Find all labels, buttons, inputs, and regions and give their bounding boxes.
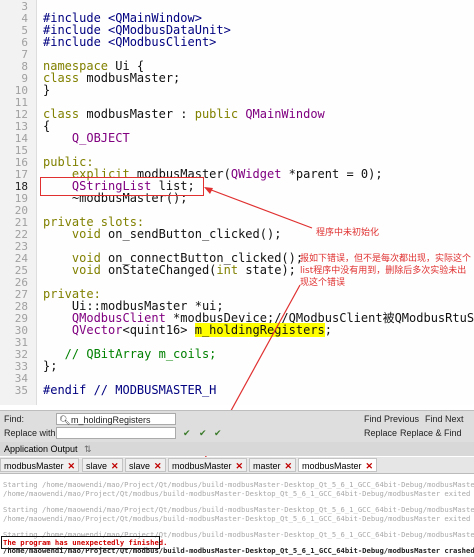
- code-line: Q_OBJECT: [43, 131, 130, 145]
- find-label: Find:: [4, 414, 25, 424]
- close-icon: ✕: [154, 461, 162, 471]
- close-icon: ✕: [111, 461, 119, 471]
- output-pane-header: Application Output ⇅: [0, 442, 474, 456]
- close-icon: ✕: [67, 461, 76, 471]
- expand-icon[interactable]: ⇅: [84, 442, 92, 456]
- find-value: m_holdingRegisters: [71, 415, 151, 425]
- check-icon[interactable]: ✔: [183, 428, 191, 439]
- code-line: void on_sendButton_clicked();: [71, 227, 282, 241]
- find-next-button[interactable]: Find Next: [425, 414, 464, 424]
- annotation-box-list: [40, 177, 204, 196]
- output-pane-title: Application Output: [4, 444, 78, 454]
- find-previous-button[interactable]: Find Previous: [364, 414, 419, 424]
- output-line: /home/maowendi/mao/Project/Qt/modbus/bui…: [3, 514, 474, 523]
- line-number-gutter: 3 4 5 6 7 8 9 10 11 12 13 14 15 16 17 18…: [0, 0, 37, 405]
- code-line: // QBitArray m_coils;: [43, 347, 217, 361]
- code-line: }: [43, 83, 51, 97]
- replace-and-find-button[interactable]: Replace & Find: [400, 428, 462, 438]
- search-icon: 🔍︎: [59, 415, 71, 425]
- line-number: 35: [14, 384, 28, 397]
- annotation-not-initialized: 程序中未初始化: [316, 228, 380, 238]
- output-line: Starting /home/maowendi/mao/Project/Qt/m…: [3, 505, 474, 514]
- annotation-error-explanation: 报如下错误，但不是每次都出现，实际这个list程序中没有用到，删除后多次实验未出…: [300, 254, 472, 288]
- tab-output[interactable]: modbusMaster ✕: [0, 458, 80, 472]
- code-line: #endif // MODBUSMASTER_H: [43, 383, 217, 397]
- close-icon: ✕: [284, 461, 293, 471]
- find-replace-bar: Find: 🔍︎ m_holdingRegisters Replace with…: [0, 410, 474, 442]
- code-line: #include <QModbusClient>: [43, 35, 217, 49]
- check-icon[interactable]: ✔: [214, 428, 222, 439]
- replace-input[interactable]: [56, 427, 176, 439]
- annotation-box-crash: [1, 536, 160, 549]
- output-tabs: modbusMaster ✕ slave ✕ slave ✕ modbusMaster…: [0, 457, 474, 474]
- tab-output[interactable]: slave ✕: [125, 458, 166, 472]
- close-icon: ✕: [365, 461, 374, 471]
- check-icon[interactable]: ✔: [199, 428, 207, 439]
- code-editor[interactable]: 3 4 5 6 7 8 9 10 11 12 13 14 15 16 17 18…: [0, 0, 474, 405]
- tab-output[interactable]: master ✕: [249, 458, 297, 472]
- tab-output[interactable]: modbusMaster ✕: [168, 458, 248, 472]
- output-line: Starting /home/maowendi/mao/Project/Qt/m…: [3, 480, 474, 489]
- find-input[interactable]: 🔍︎ m_holdingRegisters: [56, 413, 176, 425]
- replace-label: Replace with:: [4, 428, 59, 438]
- code-line: };: [43, 359, 58, 373]
- code-line: void onStateChanged(int state);: [71, 263, 296, 277]
- code-line: class modbusMaster : public QMainWindow: [43, 107, 325, 121]
- tab-output-active[interactable]: modbusMaster ✕: [298, 458, 378, 472]
- replace-button[interactable]: Replace: [364, 428, 397, 438]
- code-line: class modbusMaster;: [43, 71, 181, 85]
- code-line-highlighted: QVector<quint16> m_holdingRegisters;: [71, 323, 333, 337]
- close-icon: ✕: [235, 461, 244, 471]
- tab-output[interactable]: slave ✕: [82, 458, 123, 472]
- output-line: /home/maowendi/mao/Project/Qt/modbus/bui…: [3, 489, 474, 498]
